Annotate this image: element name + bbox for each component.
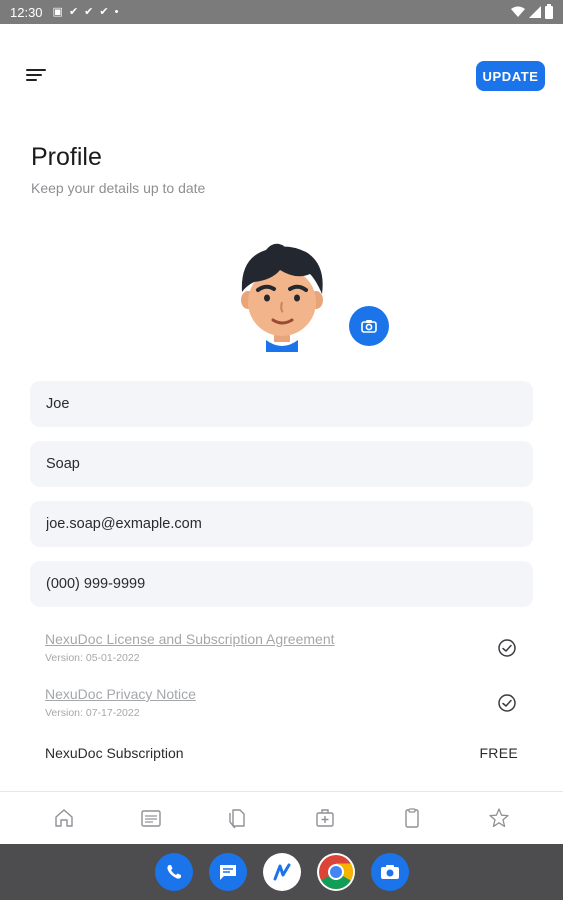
chrome-app-icon[interactable] [316,853,355,891]
license-agreement-link[interactable]: NexuDoc License and Subscription Agreeme… [45,631,523,647]
status-time: 12:30 [10,4,43,20]
nav-home[interactable] [44,798,84,838]
nav-clipboard[interactable] [392,798,432,838]
nav-calendar[interactable] [131,798,171,838]
nav-documents[interactable] [218,798,258,838]
clipboard-icon [405,808,419,828]
phone-field[interactable] [30,561,533,607]
menu-icon[interactable] [26,66,50,86]
document-version: Version: 07-17-2022 [45,707,140,719]
notification-icon: ▣ [52,5,63,18]
wifi-icon [511,6,525,17]
app-header: UPDATE [0,24,563,124]
subscription-value: FREE [479,745,518,761]
signal-icon [529,6,541,18]
messages-app-icon[interactable] [208,853,247,891]
status-right [511,3,553,19]
phone-app-icon[interactable] [154,853,193,891]
bottom-nav [0,791,563,844]
check-circle-icon [498,639,516,657]
subscription-label: NexuDoc Subscription [45,745,184,761]
page-title: Profile [31,143,102,171]
camera-icon [361,320,377,333]
medical-kit-icon [316,809,334,827]
page-subtitle: Keep your details up to date [31,180,206,196]
star-icon [489,808,510,828]
document-row: NexuDoc License and Subscription Agreeme… [45,631,523,664]
system-dock [0,844,563,900]
email-field[interactable] [30,501,533,547]
first-name-field[interactable] [30,381,533,427]
avatar [236,240,328,352]
change-photo-button[interactable] [349,306,389,346]
battery-icon [545,3,553,19]
privacy-notice-link[interactable]: NexuDoc Privacy Notice [45,686,523,702]
check-icon: ✔ [68,5,79,18]
status-bar: 12:30 ▣ ✔ ✔ ✔ • [0,0,563,24]
check-icon: ✔ [84,5,94,18]
document-version: Version: 05-01-2022 [45,652,140,664]
home-icon [54,809,73,827]
check-circle-icon [498,694,516,712]
nav-medical[interactable] [305,798,345,838]
subscription-row: NexuDoc Subscription FREE [45,745,518,761]
nexudoc-app-icon[interactable] [262,853,301,891]
document-row: NexuDoc Privacy Notice Version: 07-17-20… [45,686,523,719]
status-left: 12:30 ▣ ✔ ✔ ✔ • [10,5,118,20]
update-button[interactable]: UPDATE [476,61,545,91]
camera-app-icon[interactable] [370,853,409,891]
check-icon: ✔ [99,5,109,18]
nav-favorites[interactable] [479,798,519,838]
last-name-field[interactable] [30,441,533,487]
dot-icon: • [114,5,119,18]
calendar-icon [141,810,161,827]
documents-icon [229,809,245,829]
